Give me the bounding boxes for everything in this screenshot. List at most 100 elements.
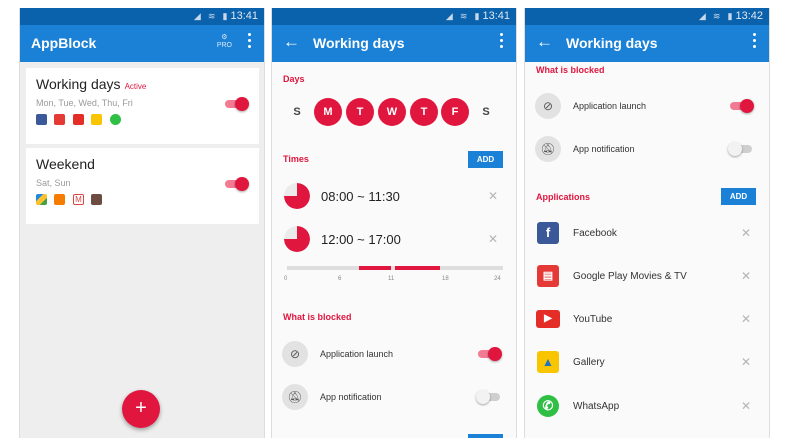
app-row-facebook[interactable]: f Facebook ✕ [525, 219, 769, 249]
remove-time-icon[interactable]: ✕ [488, 189, 498, 203]
day-wednesday[interactable]: W [378, 98, 406, 126]
time-range-row[interactable]: 12:00 ~ 17:00 ✕ [272, 225, 516, 255]
day-selector: S M T W T F S [272, 98, 516, 128]
days-section-header: Days [283, 74, 305, 84]
day-tuesday[interactable]: T [346, 98, 374, 126]
wifi-icon: ≋ [459, 11, 468, 21]
time-range-text: 08:00 ~ 11:30 [321, 189, 400, 204]
app-row-whatsapp[interactable]: ✆ WhatsApp ✕ [525, 392, 769, 422]
blocked-row-app-launch[interactable]: ⊘ Application launch [272, 340, 516, 370]
app-row-youtube[interactable]: ▶ YouTube ✕ [525, 305, 769, 335]
battery-icon: ▮ [727, 11, 733, 21]
app-name: YouTube [573, 314, 613, 325]
app-name: Gallery [573, 357, 605, 368]
blocked-label: Application launch [320, 349, 394, 359]
add-button-partial[interactable] [468, 434, 503, 438]
signal-icon: ◢ [698, 11, 706, 21]
blocked-row-notification[interactable]: 🔕︎ App notification [525, 135, 769, 165]
battery-icon: ▮ [474, 11, 480, 21]
profile-toggle[interactable] [223, 177, 249, 191]
status-time: 13:41 [230, 10, 258, 22]
app-name: Facebook [573, 228, 617, 239]
add-time-button[interactable]: ADD [468, 151, 503, 168]
blocked-section-header: What is blocked [536, 65, 605, 75]
back-arrow-icon[interactable]: ← [536, 32, 553, 52]
notification-off-icon: 🔕︎ [282, 384, 308, 410]
youtube-icon [72, 114, 84, 125]
notification-toggle[interactable] [728, 142, 754, 156]
phone-screen-profiles: ◢ ≋ ▮ 13:41 AppBlock ⚙ PRO Working days Ac… [19, 8, 265, 438]
status-bar: ◢ ≋ ▮ 13:41 [272, 8, 516, 25]
clock-icon [284, 226, 310, 252]
day-thursday[interactable]: T [410, 98, 438, 126]
blocked-section-header: What is blocked [283, 312, 352, 322]
screen-title: Working days [313, 35, 405, 51]
app-row-gallery[interactable]: ▲ Gallery ✕ [525, 348, 769, 378]
app-launch-toggle[interactable] [476, 347, 502, 361]
app-bar: ← Working days [525, 25, 769, 62]
blocked-label: App notification [320, 392, 382, 402]
profile-app-icons: M [36, 194, 105, 206]
signal-icon: ◢ [445, 11, 453, 21]
remove-app-icon[interactable]: ✕ [741, 312, 751, 326]
gallery-icon [91, 114, 103, 125]
remove-app-icon[interactable]: ✕ [741, 355, 751, 369]
pro-badge[interactable]: ⚙ PRO [217, 34, 232, 50]
profile-toggle[interactable] [223, 97, 249, 111]
remove-app-icon[interactable]: ✕ [741, 269, 751, 283]
app-launch-icon: ⊘ [282, 341, 308, 367]
add-application-button[interactable]: ADD [721, 188, 756, 205]
facebook-icon: f [537, 222, 559, 244]
overflow-menu-icon[interactable] [246, 33, 252, 51]
day-monday[interactable]: M [314, 98, 342, 126]
drive-icon [36, 194, 47, 205]
tick-label: 11 [388, 276, 395, 282]
active-badge: Active [124, 82, 147, 91]
blogger-icon [54, 194, 66, 205]
app-launch-toggle[interactable] [728, 99, 754, 113]
status-bar: ◢ ≋ ▮ 13:42 [525, 8, 769, 25]
tick-label: 6 [338, 276, 342, 282]
timeline-segment [359, 266, 391, 270]
movies-icon [54, 114, 66, 125]
profile-card-weekend[interactable]: Weekend Sat, Sun M [26, 148, 259, 224]
day-friday[interactable]: F [441, 98, 469, 126]
screen-title: Working days [566, 35, 658, 51]
day-sunday[interactable]: S [283, 98, 311, 126]
blocked-row-notification[interactable]: 🔕︎ App notification [272, 383, 516, 413]
blocked-row-app-launch[interactable]: ⊘ Application launch [525, 92, 769, 122]
overflow-menu-icon[interactable] [751, 33, 757, 51]
remove-time-icon[interactable]: ✕ [488, 232, 498, 246]
remove-app-icon[interactable]: ✕ [741, 399, 751, 413]
battery-icon: ▮ [222, 11, 228, 21]
notification-toggle[interactable] [476, 390, 502, 404]
phone-screen-profile-detail: ◢ ≋ ▮ 13:41 ← Working days Days S M T W … [271, 8, 517, 438]
time-timeline-bar [287, 266, 503, 270]
remove-app-icon[interactable]: ✕ [741, 226, 751, 240]
overflow-menu-icon[interactable] [498, 33, 504, 51]
day-saturday[interactable]: S [472, 98, 500, 126]
wifi-icon: ≋ [712, 11, 721, 21]
timeline-segment [395, 266, 440, 270]
add-profile-button[interactable]: + [122, 390, 160, 428]
tick-label: 24 [494, 276, 501, 282]
youtube-icon: ▶ [536, 310, 560, 328]
blocked-label: Application launch [573, 101, 647, 111]
clock-icon [284, 183, 310, 209]
time-range-text: 12:00 ~ 17:00 [321, 232, 401, 247]
wifi-icon: ≋ [207, 11, 216, 21]
app-bar: AppBlock ⚙ PRO [20, 25, 264, 62]
profile-card-working-days[interactable]: Working days Active Mon, Tue, Wed, Thu, F… [26, 68, 259, 144]
app-title: AppBlock [31, 35, 97, 51]
blocked-label: App notification [573, 144, 635, 154]
gmail-icon: M [72, 194, 84, 205]
applications-section-header: Applications [536, 192, 591, 202]
tick-label: 18 [442, 276, 449, 282]
facebook-icon [36, 114, 47, 125]
back-arrow-icon[interactable]: ← [283, 32, 300, 52]
time-range-row[interactable]: 08:00 ~ 11:30 ✕ [272, 182, 516, 212]
status-time: 13:41 [482, 10, 510, 22]
app-row-play-movies[interactable]: ▤ Google Play Movies & TV ✕ [525, 262, 769, 292]
whatsapp-icon: ✆ [537, 395, 559, 417]
app-launch-icon: ⊘ [535, 93, 561, 119]
